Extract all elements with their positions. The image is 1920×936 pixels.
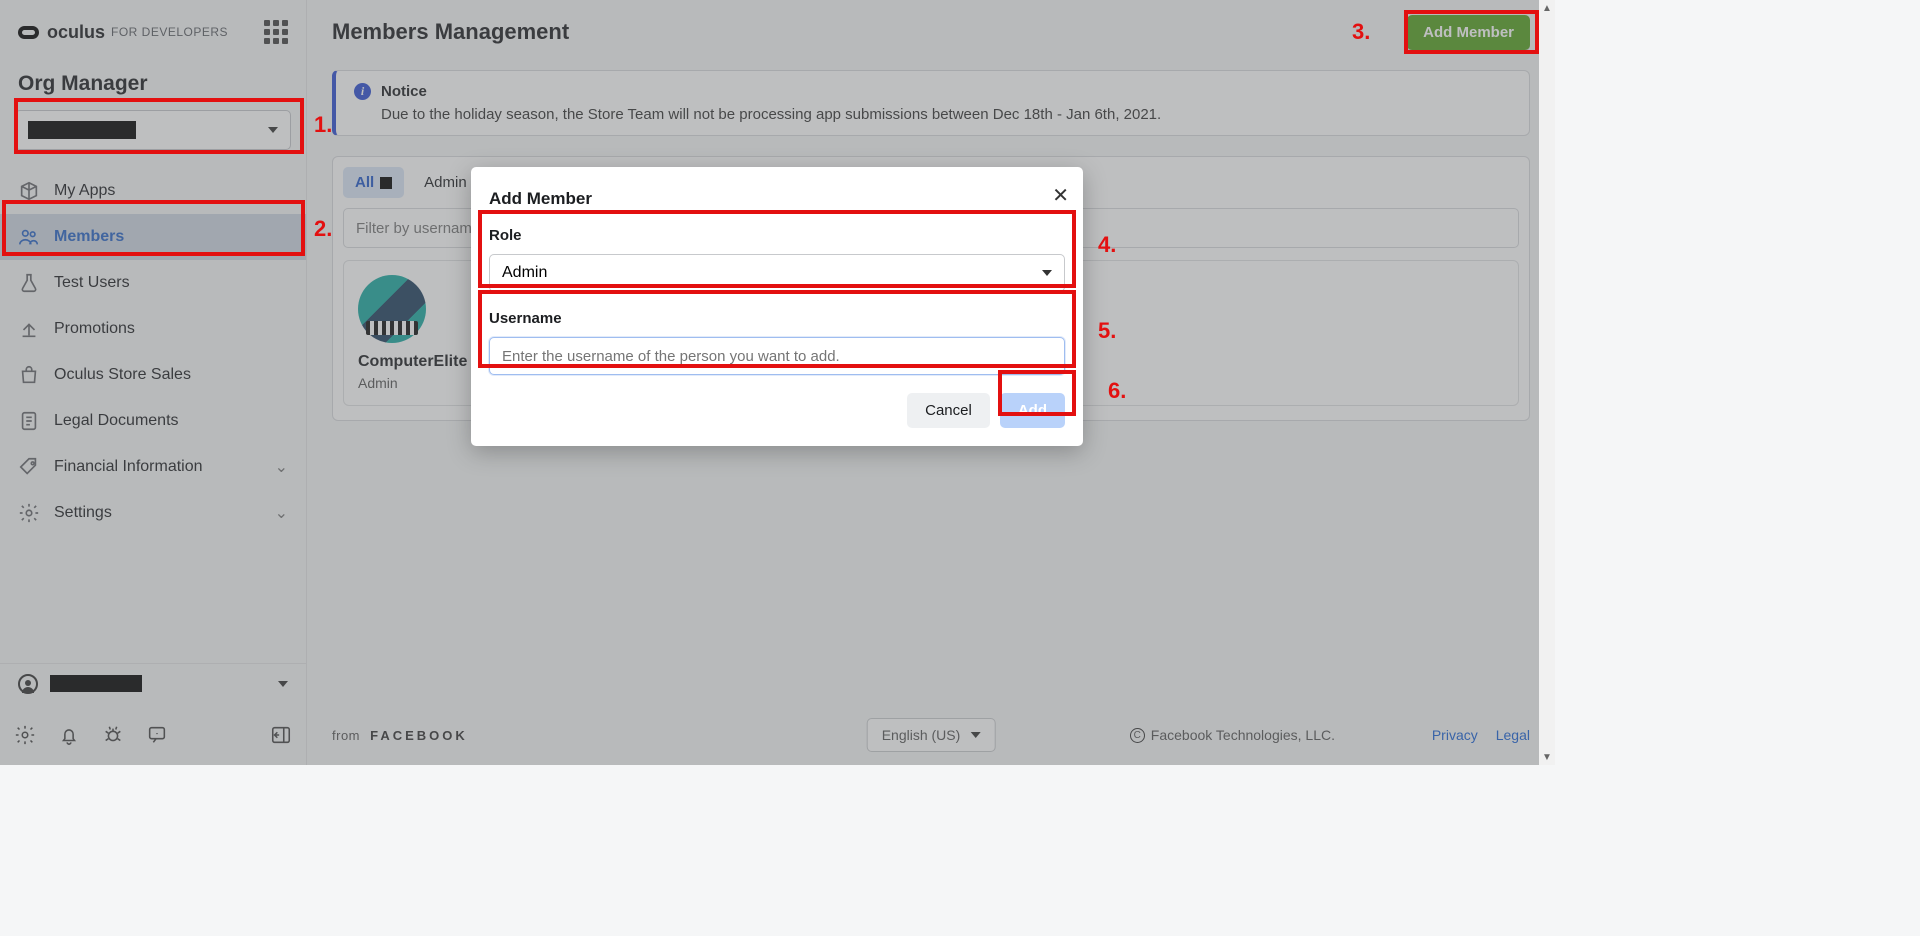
- vertical-scrollbar[interactable]: ▲ ▼: [1539, 0, 1555, 765]
- scroll-up-icon[interactable]: ▲: [1539, 0, 1555, 16]
- scroll-down-icon[interactable]: ▼: [1539, 749, 1555, 765]
- role-field-label: Role: [489, 227, 1065, 244]
- role-select[interactable]: Admin: [489, 254, 1065, 292]
- add-button[interactable]: Add: [1000, 393, 1065, 428]
- caret-down-icon: [1042, 270, 1052, 276]
- username-field-label: Username: [489, 310, 1065, 327]
- add-member-modal: Add Member ✕ Role Admin Username Cancel …: [471, 167, 1083, 446]
- cancel-button[interactable]: Cancel: [907, 393, 990, 428]
- close-icon[interactable]: ✕: [1052, 183, 1069, 208]
- role-value: Admin: [502, 264, 547, 282]
- modal-title: Add Member: [489, 189, 1065, 209]
- modal-actions: Cancel Add: [489, 393, 1065, 428]
- username-input[interactable]: [489, 337, 1065, 375]
